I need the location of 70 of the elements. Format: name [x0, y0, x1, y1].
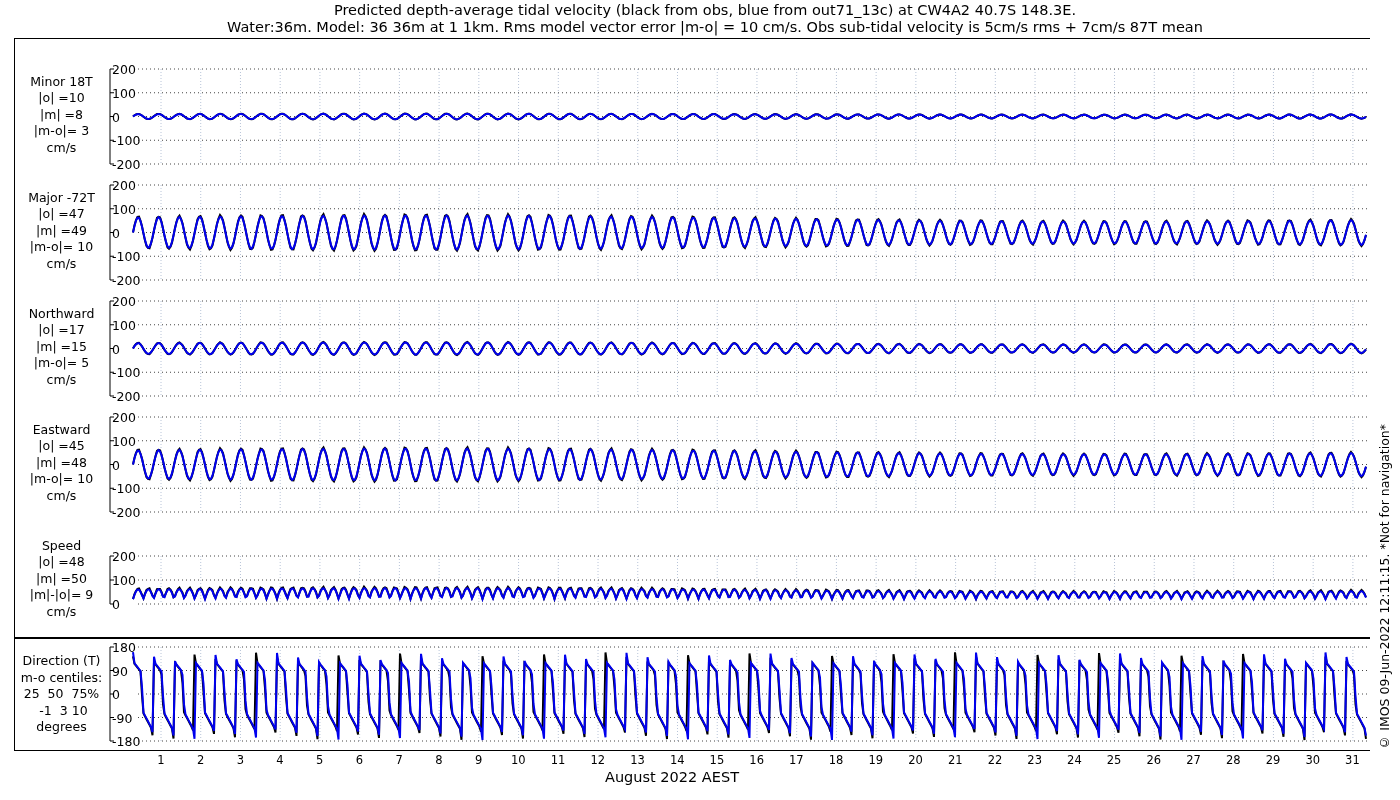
day-label: 29	[1264, 753, 1282, 767]
day-label: 23	[1026, 753, 1043, 767]
day-label: 30	[1304, 753, 1321, 767]
tick-label: 0	[112, 687, 120, 702]
day-label: 7	[394, 753, 404, 767]
day-label: 19	[867, 753, 885, 767]
tick-label: 200	[112, 410, 136, 425]
panel-label: Direction (T) m-o centiles: 25 50 75% -1 3 10 degrees	[19, 653, 104, 736]
day-label: 21	[946, 753, 964, 767]
day-label: 20	[907, 753, 924, 767]
day-label: 17	[788, 753, 805, 767]
tick-label: 200	[112, 549, 136, 564]
day-label: 27	[1185, 753, 1202, 767]
tick-label: 0	[112, 109, 120, 125]
tick-label: 90	[112, 663, 128, 679]
tick-label: 100	[112, 85, 136, 101]
tick-label: -90	[112, 710, 133, 726]
panel-label: Major -72T |o| =47 |m| =49 |m-o|= 10 cm/s	[27, 189, 96, 273]
tick-label: 100	[112, 317, 136, 333]
panel-label: Minor 18T |o| =10 |m| =8 |m-o|= 3 cm/s	[29, 73, 94, 157]
day-label: 3	[235, 753, 245, 767]
panel-label: Speed |o| =48 |m| =50 |m|-|o|= 9 cm/s	[28, 537, 95, 621]
day-label: 28	[1224, 753, 1242, 767]
tick-label: -200	[112, 273, 141, 288]
day-label: 22	[986, 753, 1004, 767]
day-label: 8	[434, 753, 444, 767]
day-label: 2	[195, 753, 206, 767]
day-label: 31	[1344, 753, 1361, 767]
day-label: 13	[629, 753, 646, 767]
chart-title: Water:36m. Model: 36 36m at 1 1km. Rms model vector error |m-o| = 10 cm/s. Obs sub-tidal velocity is 5cm/s rms + 7cm/s 87T mean	[227, 19, 1203, 36]
x-axis-label: August 2022 AEST	[605, 769, 739, 785]
day-label: 14	[668, 753, 686, 767]
day-label: 11	[549, 753, 567, 767]
tick-label: 200	[112, 178, 136, 193]
tick-label: -200	[112, 505, 141, 520]
tick-label: 100	[112, 433, 136, 449]
tick-label: 0	[112, 457, 120, 473]
day-label: 5	[315, 753, 325, 767]
tick-label: -100	[112, 481, 141, 497]
y-axis	[109, 555, 115, 605]
day-label: 15	[708, 753, 726, 767]
tick-label: 0	[112, 341, 120, 357]
tick-label: -180	[112, 734, 141, 749]
tick-label: 0	[112, 597, 120, 612]
panel-label: Eastward |o| =45 |m| =48 |m-o|= 10 cm/s	[28, 421, 95, 505]
tick-label: 200	[112, 62, 136, 77]
day-label: 9	[473, 753, 484, 767]
tick-label: 100	[112, 573, 136, 588]
day-label: 6	[354, 753, 365, 767]
tick-label: -200	[112, 389, 141, 404]
tick-label: 180	[112, 640, 136, 655]
tick-label: -100	[112, 133, 141, 149]
day-label: 10	[510, 753, 527, 767]
tick-label: 200	[112, 294, 136, 309]
tick-label: 100	[112, 201, 136, 217]
tick-label: 0	[112, 225, 120, 241]
day-label: 4	[275, 753, 285, 767]
day-label: 26	[1145, 753, 1163, 767]
day-label: 1	[156, 753, 166, 767]
panel-label: Northward |o| =17 |m| =15 |m-o|= 5 cm/s	[27, 305, 96, 389]
tick-label: -200	[112, 157, 141, 172]
tick-label: -100	[112, 249, 141, 265]
day-label: 16	[748, 753, 765, 767]
day-label: 24	[1066, 753, 1083, 767]
copyright-notice: © IMOS 09-Jun-2022 12:11:15. *Not for navigation*	[1376, 424, 1392, 750]
tick-label: -100	[112, 365, 141, 381]
day-label: 12	[589, 753, 607, 767]
day-label: 18	[827, 753, 845, 767]
chart-title: Predicted depth-average tidal velocity (black from obs, blue from out71_13c) at CW4A2 40.7S 148.3E.	[333, 2, 1077, 19]
day-label: 25	[1105, 753, 1123, 767]
